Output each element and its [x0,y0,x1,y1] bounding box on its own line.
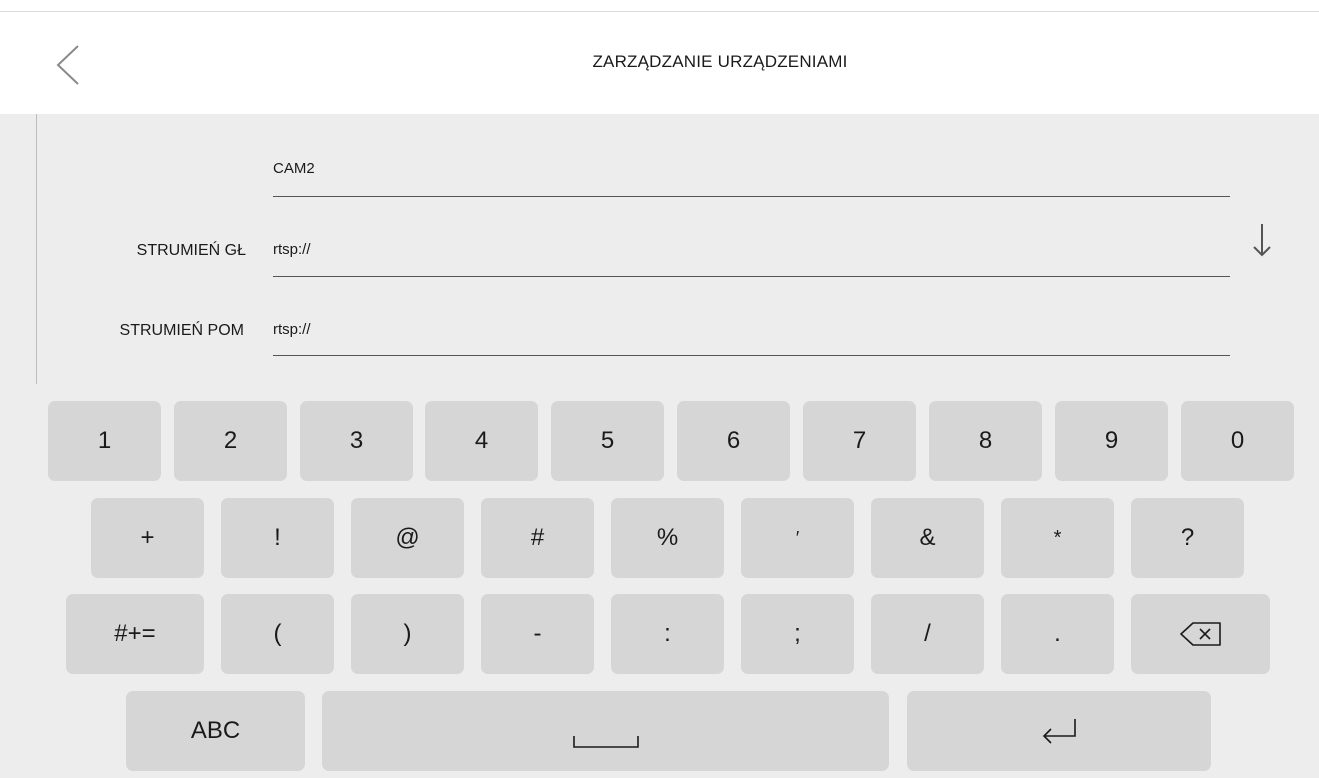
key-exclamation[interactable]: ! [221,498,334,578]
key-label: : [664,620,671,647]
backspace-icon [1179,622,1221,646]
key-9[interactable]: 9 [1055,401,1168,481]
key-paren-open[interactable]: ( [221,594,334,674]
key-label: 2 [223,427,238,454]
key-1[interactable]: 1 [48,401,161,481]
key-slash[interactable]: / [871,594,984,674]
key-0[interactable]: 0 [1181,401,1294,481]
key-period[interactable]: . [1001,594,1114,674]
key-label: / [924,620,931,647]
key-label: 8 [978,427,993,454]
key-label: & [919,524,936,551]
key-question[interactable]: ? [1131,498,1244,578]
key-2[interactable]: 2 [174,401,287,481]
arrow-down-icon [1253,224,1271,257]
key-label: 7 [852,427,867,454]
key-at[interactable]: @ [351,498,464,578]
key-label: . [1054,620,1061,647]
key-percent[interactable]: % [611,498,724,578]
key-colon[interactable]: : [611,594,724,674]
left-divider [36,114,37,384]
key-label: 0 [1230,427,1245,454]
key-label: 4 [474,427,489,454]
key-label: ; [794,620,801,647]
key-8[interactable]: 8 [929,401,1042,481]
key-label: ! [274,524,281,551]
key-label: ) [403,620,412,647]
device-name-field[interactable]: CAM2 [273,160,315,177]
key-label: - [533,620,542,647]
key-6[interactable]: 6 [677,401,790,481]
key-label: 5 [600,427,615,454]
key-label: ( [273,620,282,647]
key-label: ′ [795,527,800,548]
key-5[interactable]: 5 [551,401,664,481]
space-key[interactable] [322,691,889,771]
key-label: @ [395,524,420,551]
key-3[interactable]: 3 [300,401,413,481]
key-label: 6 [726,427,741,454]
key-label: ? [1180,524,1195,551]
header-bar: ZARZĄDZANIE URZĄDZENIAMI [0,0,1319,114]
key-minus[interactable]: - [481,594,594,674]
main-stream-underline [273,276,1230,277]
key-symbols-toggle[interactable]: #+= [66,594,204,674]
key-hash[interactable]: # [481,498,594,578]
main-stream-field[interactable]: rtsp:// [273,241,311,258]
key-label: ABC [190,717,241,744]
sub-stream-label: STRUMIEŃ POM [119,322,244,339]
enter-key[interactable] [907,691,1211,771]
key-7[interactable]: 7 [803,401,916,481]
main-stream-label: STRUMIEŃ GŁ [136,242,246,259]
key-label: 3 [349,427,364,454]
key-label: 1 [97,427,112,454]
scroll-down-button[interactable] [1250,222,1274,258]
key-label: #+= [114,620,156,647]
page-title: ZARZĄDZANIE URZĄDZENIAMI [592,52,848,71]
device-name-underline [273,196,1230,197]
key-apostrophe[interactable]: ′ [741,498,854,578]
top-divider [0,11,1319,12]
key-label: # [530,524,545,551]
key-ampersand[interactable]: & [871,498,984,578]
key-label: + [140,524,155,551]
space-icon [572,736,639,748]
sub-stream-underline [273,355,1230,356]
key-plus[interactable]: + [91,498,204,578]
abc-key[interactable]: ABC [126,691,305,771]
key-label: 9 [1104,427,1119,454]
key-label: * [1053,526,1062,549]
key-4[interactable]: 4 [425,401,538,481]
key-label: % [656,524,679,551]
enter-icon [1042,719,1076,744]
key-paren-close[interactable]: ) [351,594,464,674]
key-asterisk[interactable]: * [1001,498,1114,578]
backspace-key[interactable] [1131,594,1270,674]
sub-stream-field[interactable]: rtsp:// [273,321,311,338]
key-semicolon[interactable]: ; [741,594,854,674]
